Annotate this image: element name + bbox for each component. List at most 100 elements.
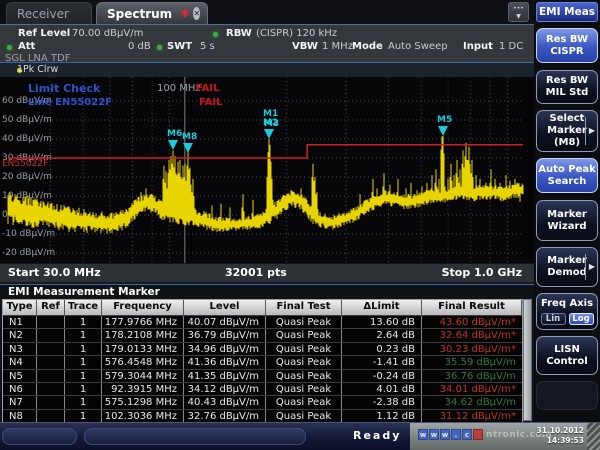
softkey-label: Res BW <box>546 75 588 87</box>
limit-check-title: Limit Check <box>28 82 100 95</box>
marker-m6-icon[interactable] <box>167 140 179 150</box>
limit-check-result: FAIL <box>196 83 220 94</box>
mode-value[interactable]: Auto Sweep <box>388 41 448 52</box>
cell-delta_limit: 1.12 dB <box>342 410 422 422</box>
column-header-delta_limit: ΔLimit <box>342 300 422 315</box>
softkey-label: Search <box>548 176 587 188</box>
cell-type: N5 <box>3 370 37 382</box>
toggle-option-lin[interactable]: Lin <box>541 313 566 325</box>
softkey-softkey-empty <box>536 381 598 410</box>
marker-table: TypeRefTraceFrequencyLevelFinal TestΔLim… <box>2 299 523 423</box>
tab-receiver-label: Receiver <box>17 7 69 21</box>
softkey-autopeak-search[interactable]: Auto PeakSearch <box>536 158 598 193</box>
window-menu-button[interactable]: •••▼ <box>508 2 529 22</box>
softkey-resbw-milstd[interactable]: Res BWMIL Std <box>536 70 598 104</box>
softkey-label: Auto Peak <box>538 164 596 176</box>
marker-label-m3: M3 <box>264 119 279 129</box>
cell-type: N2 <box>3 329 37 341</box>
marker-m1-icon[interactable] <box>263 129 275 139</box>
cell-final_test: Quasi Peak <box>266 316 342 328</box>
emi-marker-table-window: EMI Measurement Marker TypeRefTraceFrequ… <box>0 284 534 422</box>
swt-value[interactable]: 5 s <box>200 41 215 52</box>
cell-level: 41.36 dBµV/m <box>184 356 266 368</box>
date-value: 31.10.2012 <box>537 426 584 436</box>
table-row-n1[interactable]: N11177.9766 MHz40.07 dBµV/mQuasi Peak13.… <box>3 315 522 328</box>
softkey-select-marker-m8[interactable]: SelectMarker(M8)▶ <box>536 110 598 152</box>
cell-trace: 1 <box>65 356 102 368</box>
cell-ref <box>37 356 65 368</box>
cell-type: N6 <box>3 383 37 395</box>
softkey-marker-demod[interactable]: MarkerDemod▶ <box>536 247 598 287</box>
table-row-n5[interactable]: N51579.3044 MHz41.35 dBµV/mQuasi Peak-0.… <box>3 369 522 382</box>
softkey-label: Res BW <box>546 34 588 46</box>
softkey-lisn-control[interactable]: LISNControl <box>536 336 598 375</box>
softkey-label: Select <box>550 113 585 125</box>
softkey-marker-wizard[interactable]: MarkerWizard <box>536 200 598 241</box>
rbw-coupled-dot <box>213 32 218 37</box>
cell-final_test: Quasi Peak <box>266 356 342 368</box>
cell-ref <box>37 396 65 408</box>
ref-level-label: Ref Level <box>18 28 70 39</box>
cell-final_test: Quasi Peak <box>266 396 342 408</box>
cell-frequency: 575.1298 MHz <box>102 396 184 408</box>
cell-final_result: 34.62 dBµV/m <box>422 396 522 408</box>
swt-label: SWT <box>167 41 192 52</box>
cell-frequency: 178.2108 MHz <box>102 329 184 341</box>
cell-final_result: 35.59 dBµV/m <box>422 356 522 368</box>
tab-close-icon[interactable]: ✕ <box>193 7 200 20</box>
marker-m5-icon[interactable] <box>437 126 449 136</box>
ref-level-value[interactable]: 70.00 dBµV/m <box>72 28 143 39</box>
cell-final_result: 31.12 dBµV/m* <box>422 410 522 422</box>
table-row-n3[interactable]: N31179.0133 MHz34.96 dBµV/mQuasi Peak0.2… <box>3 342 522 355</box>
column-header-type: Type <box>3 300 37 315</box>
table-row-n8[interactable]: N81102.3036 MHz32.76 dBµV/mQuasi Peak1.1… <box>3 409 522 422</box>
date-time: 31.10.2012 14:39:53 <box>537 426 584 446</box>
status-button-center[interactable] <box>84 428 306 445</box>
swt-coupled-dot <box>157 45 162 50</box>
att-value[interactable]: 0 dB <box>128 41 151 52</box>
cell-ref <box>37 343 65 355</box>
table-title: EMI Measurement Marker <box>8 286 160 298</box>
ready-status: Ready <box>353 429 401 442</box>
softkey-label: (M8) <box>554 137 580 149</box>
marker-label-m5: M5 <box>437 115 452 125</box>
softkey-freqaxis[interactable]: Freq AxisLinLog <box>536 293 598 330</box>
cell-final_test: Quasi Peak <box>266 329 342 341</box>
cell-final_test: Quasi Peak <box>266 370 342 382</box>
lin-log-toggle: LinLog <box>541 313 594 325</box>
table-row-n2[interactable]: N21178.2108 MHz36.79 dBµV/mQuasi Peak2.6… <box>3 328 522 341</box>
vbw-value[interactable]: 1 MHz <box>322 41 353 52</box>
softkey-label: Control <box>546 356 587 368</box>
marker-m8-icon[interactable] <box>182 143 194 153</box>
cell-frequency: 179.0133 MHz <box>102 343 184 355</box>
toggle-option-log[interactable]: Log <box>569 313 594 325</box>
status-button-left[interactable] <box>2 428 77 445</box>
submenu-arrow-icon: ▶ <box>585 254 595 281</box>
limit-line-name: Line EN55022F <box>28 97 112 108</box>
input-value[interactable]: 1 DC <box>499 41 523 52</box>
cell-delta_limit: -0.24 dB <box>342 370 422 382</box>
cell-ref <box>37 383 65 395</box>
tab-receiver[interactable]: Receiver <box>6 2 92 24</box>
sweep-points: 32001 pts <box>225 264 287 282</box>
vbw-label: VBW <box>292 41 318 52</box>
table-row-n6[interactable]: N6192.3915 MHz34.12 dBµV/mQuasi Peak4.01… <box>3 382 522 395</box>
softkey-label: LISN <box>554 344 580 356</box>
tab-spectrum[interactable]: Spectrum ✱ ✕ <box>96 2 208 24</box>
cell-level: 32.76 dBµV/m <box>184 410 266 422</box>
rbw-value[interactable]: (CISPR) 120 kHz <box>256 28 337 39</box>
mode-label: Mode <box>352 41 383 52</box>
table-row-n7[interactable]: N71575.1298 MHz40.43 dBµV/mQuasi Peak-2.… <box>3 395 522 408</box>
input-label: Input <box>463 41 493 52</box>
cell-delta_limit: -1.41 dB <box>342 356 422 368</box>
table-row-n4[interactable]: N41576.4548 MHz41.36 dBµV/mQuasi Peak-1.… <box>3 355 522 368</box>
softkey-label: MIL Std <box>546 87 589 99</box>
softkey-resbw-cispr[interactable]: Res BWCISPR <box>536 28 598 63</box>
softkey-label: Marker <box>547 125 587 137</box>
settings-header: Ref Level 70.00 dBµV/m RBW (CISPR) 120 k… <box>0 24 534 62</box>
trace-indicator[interactable]: 1Pk Clrw <box>17 63 58 77</box>
cell-type: N8 <box>3 410 37 422</box>
table-scrollbar[interactable] <box>523 299 532 421</box>
cell-ref <box>37 329 65 341</box>
cell-ref <box>37 316 65 328</box>
